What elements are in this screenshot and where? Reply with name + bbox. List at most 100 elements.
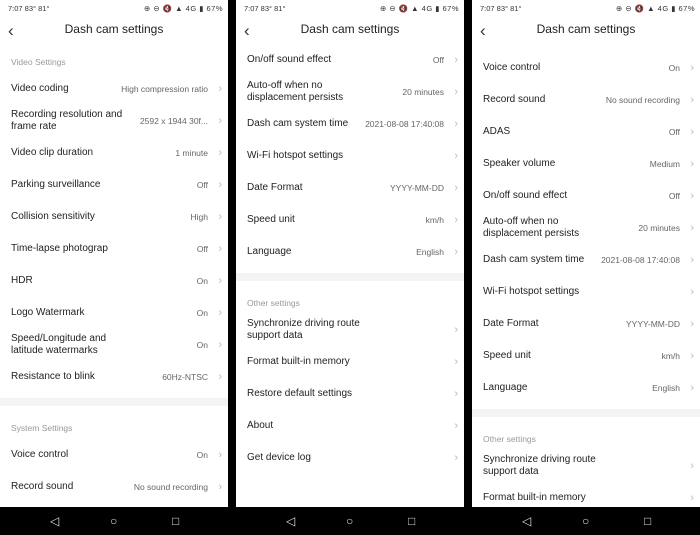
setting-label: Format built-in memory: [247, 356, 350, 367]
settings-list: Voice control On › Record sound No sound…: [472, 44, 700, 507]
setting-parking-surveillance[interactable]: Parking surveillance Off ›: [0, 171, 228, 199]
setting-label: Language: [483, 382, 528, 393]
triangle-back-icon[interactable]: ◁: [286, 515, 295, 527]
setting-value: km/h: [661, 351, 680, 361]
setting-system-time[interactable]: Dash cam system time 2021-08-08 17:40:08…: [236, 110, 464, 138]
title-bar: ‹ Dash cam settings: [472, 18, 700, 44]
chevron-right-icon: ›: [454, 452, 458, 464]
chevron-right-icon: ›: [454, 356, 458, 368]
setting-about[interactable]: About ›: [236, 412, 464, 440]
setting-sound-effect[interactable]: On/off sound effect Off ›: [236, 46, 464, 74]
setting-system-time[interactable]: Dash cam system time 2021-08-08 17:40:08…: [472, 246, 700, 274]
setting-speed-watermarks[interactable]: Speed/Longitude and latitude watermarks …: [0, 331, 228, 359]
circle-home-icon[interactable]: ○: [582, 515, 589, 527]
setting-get-device-log[interactable]: Get device log ›: [236, 444, 464, 472]
setting-value: 60Hz-NTSC: [162, 372, 208, 382]
setting-label: HDR: [11, 275, 33, 286]
setting-date-format[interactable]: Date Format YYYY-MM-DD ›: [236, 174, 464, 202]
status-indicator-icons: ⊕ ⊖ 🔇 ▲ 4G ▮: [616, 4, 676, 13]
setting-value: 2021-08-08 17:40:08: [601, 255, 680, 265]
settings-list: On/off sound effect Off › Auto-off when …: [236, 44, 464, 507]
setting-resistance-to-blink[interactable]: Resistance to blink 60Hz-NTSC ›: [0, 363, 228, 391]
square-recents-icon[interactable]: □: [408, 515, 415, 527]
setting-voice-control[interactable]: Voice control On ›: [0, 441, 228, 469]
setting-speed-unit[interactable]: Speed unit km/h ›: [236, 206, 464, 234]
setting-restore-default[interactable]: Restore default settings ›: [236, 380, 464, 408]
setting-sync-route-data[interactable]: Synchronize driving route support data ›: [236, 316, 464, 344]
page-title: Dash cam settings: [300, 22, 400, 36]
setting-speaker-volume[interactable]: Speaker volume Medium ›: [472, 150, 700, 178]
title-bar: ‹ Dash cam settings: [0, 18, 228, 44]
setting-label: Date Format: [247, 182, 303, 193]
section-divider: [236, 273, 464, 281]
page-title: Dash cam settings: [64, 22, 164, 36]
setting-value: Off: [432, 55, 444, 65]
setting-label: Speed unit: [483, 350, 531, 361]
triangle-back-icon[interactable]: ◁: [522, 515, 531, 527]
setting-label: Synchronize driving route support data: [483, 454, 596, 477]
triangle-back-icon[interactable]: ◁: [50, 515, 59, 527]
setting-record-sound[interactable]: Record sound No sound recording ›: [0, 473, 228, 501]
chevron-right-icon: ›: [218, 115, 222, 127]
setting-format-memory[interactable]: Format built-in memory ›: [472, 484, 700, 507]
setting-sound-effect[interactable]: On/off sound effect Off ›: [472, 182, 700, 210]
navigation-bar: ◁ ○ □: [472, 507, 700, 535]
chevron-right-icon: ›: [454, 388, 458, 400]
setting-value: On: [196, 308, 208, 318]
chevron-right-icon: ›: [454, 246, 458, 258]
setting-language[interactable]: Language English ›: [236, 238, 464, 266]
square-recents-icon[interactable]: □: [172, 515, 179, 527]
setting-format-memory[interactable]: Format built-in memory ›: [236, 348, 464, 376]
circle-home-icon[interactable]: ○: [346, 515, 353, 527]
setting-value: YYYY-MM-DD: [626, 319, 680, 329]
section-header-system: System Settings: [11, 423, 73, 433]
setting-record-sound[interactable]: Record sound No sound recording ›: [472, 86, 700, 114]
setting-video-coding[interactable]: Video coding High compression ratio ›: [0, 75, 228, 103]
status-icons: ⊕ ⊖ 🔇 ▲ 4G ▮ 67%: [144, 4, 223, 13]
chevron-right-icon: ›: [218, 147, 222, 159]
setting-label: Speed unit: [247, 214, 295, 225]
battery-level: 67%: [442, 4, 459, 13]
status-indicator-icons: ⊕ ⊖ 🔇 ▲ 4G ▮: [144, 4, 204, 13]
setting-label: Auto-off when no displacement persists: [247, 80, 344, 103]
setting-auto-off[interactable]: Auto-off when no displacement persists 2…: [236, 78, 464, 106]
setting-label: Dash cam system time: [247, 118, 349, 129]
setting-logo-watermark[interactable]: Logo Watermark On ›: [0, 299, 228, 327]
chevron-right-icon: ›: [218, 307, 222, 319]
square-recents-icon[interactable]: □: [644, 515, 651, 527]
setting-label: Voice control: [11, 449, 69, 460]
battery-level: 67%: [206, 4, 223, 13]
setting-wifi-hotspot[interactable]: Wi-Fi hotspot settings ›: [236, 142, 464, 170]
phone-screen-1: 7:07 83° 81° ⊕ ⊖ 🔇 ▲ 4G ▮ 67% ‹ Dash cam…: [0, 0, 228, 535]
setting-value: High compression ratio: [121, 84, 208, 94]
setting-wifi-hotspot[interactable]: Wi-Fi hotspot settings ›: [472, 278, 700, 306]
setting-hdr[interactable]: HDR On ›: [0, 267, 228, 295]
setting-auto-off[interactable]: Auto-off when no displacement persists 2…: [472, 214, 700, 242]
setting-label: Record sound: [483, 94, 546, 105]
setting-label: Resistance to blink: [11, 371, 95, 382]
circle-home-icon[interactable]: ○: [110, 515, 117, 527]
chevron-right-icon: ›: [690, 382, 694, 394]
setting-date-format[interactable]: Date Format YYYY-MM-DD ›: [472, 310, 700, 338]
chevron-right-icon: ›: [690, 492, 694, 504]
setting-time-lapse[interactable]: Time-lapse photograp Off ›: [0, 235, 228, 263]
setting-label: Wi-Fi hotspot settings: [247, 150, 344, 161]
setting-language[interactable]: Language English ›: [472, 374, 700, 402]
setting-label: Recording resolution and frame rate: [11, 109, 123, 132]
setting-sync-route-data[interactable]: Synchronize driving route support data ›: [472, 452, 700, 480]
status-bar: 7:07 83° 81° ⊕ ⊖ 🔇 ▲ 4G ▮ 67%: [472, 0, 700, 18]
setting-video-clip-duration[interactable]: Video clip duration 1 minute ›: [0, 139, 228, 167]
chevron-right-icon: ›: [454, 150, 458, 162]
setting-label: Speed/Longitude and latitude watermarks: [11, 333, 107, 356]
status-time: 7:07 83° 81°: [480, 4, 522, 13]
setting-value: On: [196, 340, 208, 350]
chevron-right-icon: ›: [218, 449, 222, 461]
chevron-right-icon: ›: [690, 190, 694, 202]
setting-voice-control[interactable]: Voice control On ›: [472, 54, 700, 82]
setting-label: On/off sound effect: [483, 190, 568, 201]
setting-speed-unit[interactable]: Speed unit km/h ›: [472, 342, 700, 370]
setting-collision-sensitivity[interactable]: Collision sensitivity High ›: [0, 203, 228, 231]
setting-adas[interactable]: ADAS Off ›: [472, 118, 700, 146]
setting-label: Format built-in memory: [483, 492, 586, 503]
setting-recording-resolution[interactable]: Recording resolution and frame rate 2592…: [0, 107, 228, 135]
